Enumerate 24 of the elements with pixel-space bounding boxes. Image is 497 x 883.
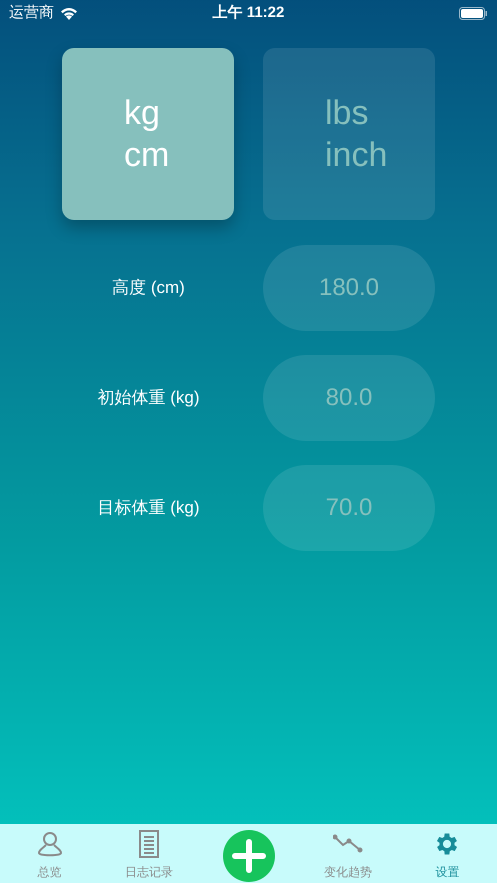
- person-icon: [36, 830, 63, 858]
- wifi-icon: [60, 6, 78, 20]
- unit-option[interactable]: kg cm: [62, 48, 234, 220]
- tab-item[interactable]: 总览: [0, 824, 100, 883]
- unit-label: inch: [325, 135, 388, 176]
- input-field[interactable]: 180.0: [263, 245, 435, 331]
- unit-label: cm: [124, 135, 170, 176]
- unit-option[interactable]: lbs inch: [263, 48, 435, 220]
- field-label: 初始体重 (kg): [98, 387, 200, 410]
- carrier-name: 运营商: [9, 2, 54, 23]
- input-field[interactable]: 70.0: [263, 465, 435, 551]
- tab-item[interactable]: 设置: [398, 824, 497, 883]
- trend-line-icon: [332, 834, 363, 854]
- tab-item[interactable]: 日志记录: [99, 824, 199, 883]
- input-field[interactable]: 80.0: [263, 355, 435, 441]
- unit-label: lbs: [325, 93, 368, 134]
- clock-time: 上午 11:22: [212, 2, 284, 23]
- field-label: 高度 (cm): [112, 277, 185, 300]
- document-icon: [138, 830, 160, 858]
- battery-icon: [459, 6, 488, 20]
- unit-label: kg: [124, 93, 160, 134]
- tab-item[interactable]: 变化趋势: [298, 824, 398, 883]
- plus-icon: [232, 839, 266, 873]
- field-label: 目标体重 (kg): [98, 497, 200, 520]
